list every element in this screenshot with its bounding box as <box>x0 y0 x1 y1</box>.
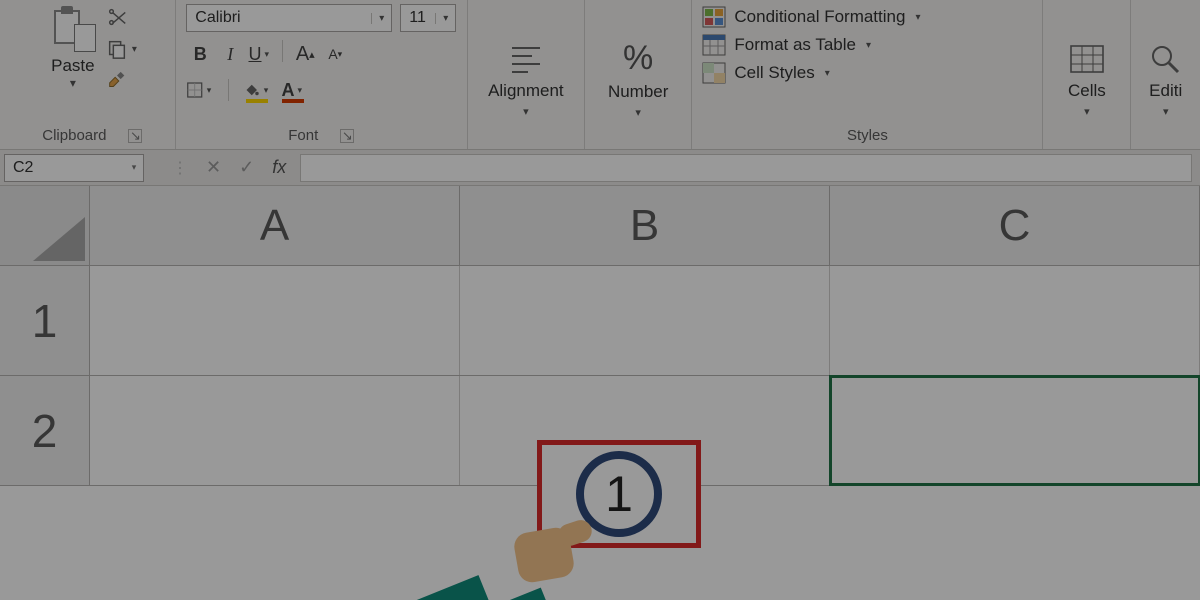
cell-styles-button[interactable]: Cell Styles ▾ <box>702 62 1032 84</box>
percent-icon: % <box>623 39 653 78</box>
cut-button[interactable] <box>106 6 137 28</box>
select-all-corner[interactable] <box>0 186 90 265</box>
conditional-formatting-icon <box>702 6 726 28</box>
group-clipboard: Paste ▾ ▾ Clipboard ↘ <box>10 0 176 149</box>
borders-button[interactable]: ▾ <box>186 76 214 104</box>
alignment-button[interactable]: Alignment ▾ <box>488 4 564 147</box>
chevron-down-icon[interactable]: ▾ <box>635 106 641 119</box>
copy-button[interactable]: ▾ <box>106 38 137 60</box>
enter-formula-button[interactable]: ✓ <box>239 157 254 178</box>
name-box-value: C2 <box>5 159 125 177</box>
italic-button[interactable]: I <box>216 40 244 68</box>
row-header-2[interactable]: 2 <box>0 376 90 485</box>
column-header-a[interactable]: A <box>90 186 460 265</box>
table-icon <box>702 34 726 56</box>
chevron-down-icon[interactable]: ▾ <box>125 162 143 173</box>
chevron-down-icon[interactable]: ▾ <box>1084 105 1090 118</box>
chevron-down-icon[interactable]: ▾ <box>295 85 306 96</box>
cell-a2[interactable] <box>90 376 460 485</box>
bucket-icon <box>243 80 260 100</box>
cell-a1[interactable] <box>90 266 460 375</box>
row-header-1[interactable]: 1 <box>0 266 90 375</box>
group-editing: Editi ▾ <box>1131 0 1200 149</box>
group-label-clipboard: Clipboard <box>42 127 106 144</box>
font-size-value: 11 <box>401 9 435 27</box>
chevron-down-icon[interactable]: ▾ <box>70 76 76 90</box>
alignment-label: Alignment <box>488 81 564 101</box>
chevron-down-icon[interactable]: ▾ <box>825 68 830 79</box>
clipboard-dialog-launcher[interactable]: ↘ <box>128 129 142 143</box>
paste-button[interactable]: Paste ▾ <box>48 4 98 92</box>
border-icon <box>186 80 203 100</box>
chevron-down-icon[interactable]: ▾ <box>204 85 215 96</box>
ribbon: Paste ▾ ▾ Clipboard ↘ <box>0 0 1200 150</box>
chevron-down-icon[interactable]: ▾ <box>435 13 455 24</box>
paintbrush-icon <box>106 70 128 92</box>
format-as-table-button[interactable]: Format as Table ▾ <box>702 34 1032 56</box>
group-number: % Number ▾ <box>585 0 692 149</box>
group-label-styles: Styles <box>847 127 888 144</box>
font-name-combo[interactable]: Calibri ▾ <box>186 4 392 32</box>
number-label: Number <box>608 82 668 102</box>
cell-c1[interactable] <box>830 266 1200 375</box>
font-color-button[interactable]: A ▾ <box>279 76 307 104</box>
cells-icon <box>1067 39 1107 77</box>
group-cells: Cells ▾ <box>1043 0 1131 149</box>
font-dialog-launcher[interactable]: ↘ <box>340 129 354 143</box>
group-alignment: Alignment ▾ <box>468 0 585 149</box>
formula-input[interactable] <box>300 154 1192 182</box>
chevron-down-icon[interactable]: ▾ <box>371 13 391 24</box>
column-header-c[interactable]: C <box>830 186 1200 265</box>
chevron-down-icon[interactable]: ▾ <box>262 49 273 60</box>
chevron-down-icon[interactable]: ▾ <box>866 40 871 51</box>
chevron-down-icon[interactable]: ▾ <box>261 85 272 96</box>
paste-icon <box>50 6 96 52</box>
copy-icon <box>106 38 128 60</box>
group-font: Calibri ▾ 11 ▾ B I U ▾ <box>176 0 468 149</box>
conditional-formatting-button[interactable]: Conditional Formatting ▾ <box>702 6 1032 28</box>
fill-color-button[interactable]: ▾ <box>243 76 271 104</box>
decrease-font-button[interactable]: A▾ <box>321 40 349 68</box>
chevron-down-icon[interactable]: ▾ <box>523 105 529 118</box>
pointing-hand-icon <box>400 520 600 600</box>
cell-styles-icon <box>702 62 726 84</box>
cells-label: Cells <box>1068 81 1106 101</box>
group-label-font: Font <box>288 127 318 144</box>
paste-label: Paste <box>51 56 94 76</box>
chevron-down-icon[interactable]: ▾ <box>1163 105 1169 118</box>
group-styles: Conditional Formatting ▾ Format as Table… <box>692 0 1043 149</box>
cells-button[interactable]: Cells ▾ <box>1067 4 1107 147</box>
increase-font-button[interactable]: A▴ <box>291 40 319 68</box>
cell-c2[interactable] <box>830 376 1200 485</box>
number-button[interactable]: % Number ▾ <box>608 4 668 147</box>
name-box[interactable]: C2 ▾ <box>4 154 144 182</box>
scissors-icon <box>106 6 128 28</box>
cancel-formula-button[interactable]: ✕ <box>206 157 221 178</box>
find-icon <box>1146 39 1186 77</box>
insert-function-button[interactable]: fx <box>272 157 286 178</box>
editing-button[interactable]: Editi ▾ <box>1146 4 1186 147</box>
formula-bar: C2 ▾ ⋮ ✕ ✓ fx <box>0 150 1200 186</box>
column-header-b[interactable]: B <box>460 186 830 265</box>
bold-button[interactable]: B <box>186 40 214 68</box>
font-size-combo[interactable]: 11 ▾ <box>400 4 456 32</box>
alignment-icon <box>506 39 546 77</box>
format-painter-button[interactable] <box>106 70 137 92</box>
font-name-value: Calibri <box>187 9 371 27</box>
cell-b1[interactable] <box>460 266 830 375</box>
step-number: 1 <box>605 465 633 523</box>
chevron-down-icon[interactable]: ▾ <box>915 12 920 23</box>
underline-button[interactable]: U ▾ <box>246 40 274 68</box>
editing-label: Editi <box>1149 81 1182 101</box>
